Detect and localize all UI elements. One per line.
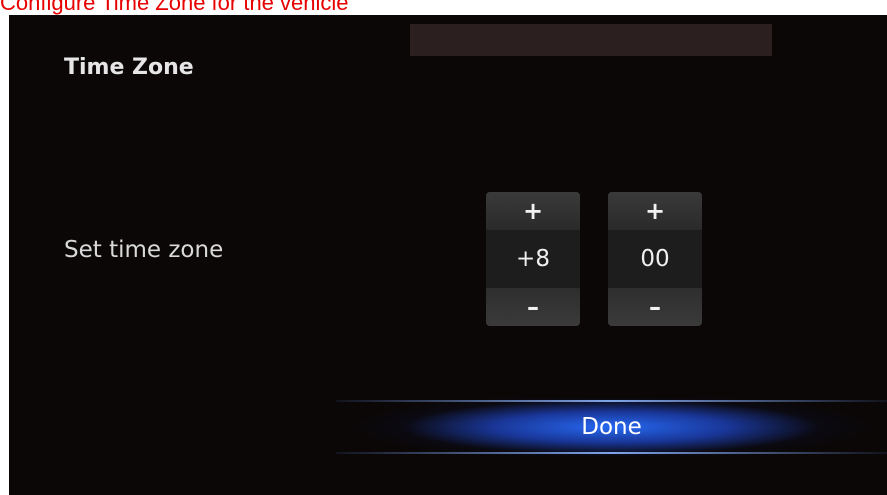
done-button-bottom-edge [336,452,887,454]
set-time-zone-label: Set time zone [64,237,224,263]
done-button-label: Done [581,414,642,440]
done-button[interactable]: Done [336,398,887,456]
top-status-bar [410,24,772,56]
hours-decrement-button[interactable]: – [486,288,580,326]
figure-caption: Configure Time Zone for the vehicle [0,0,349,15]
minutes-increment-button[interactable]: + [608,192,702,230]
minutes-decrement-button[interactable]: – [608,288,702,326]
time-zone-screen: Time Zone Set time zone + +8 – + 00 – Do… [9,15,887,495]
minutes-offset-stepper: + 00 – [608,192,702,326]
hours-offset-stepper: + +8 – [486,192,580,326]
page-title: Time Zone [64,55,194,80]
hours-offset-value: +8 [486,230,580,288]
hours-increment-button[interactable]: + [486,192,580,230]
minutes-offset-value: 00 [608,230,702,288]
